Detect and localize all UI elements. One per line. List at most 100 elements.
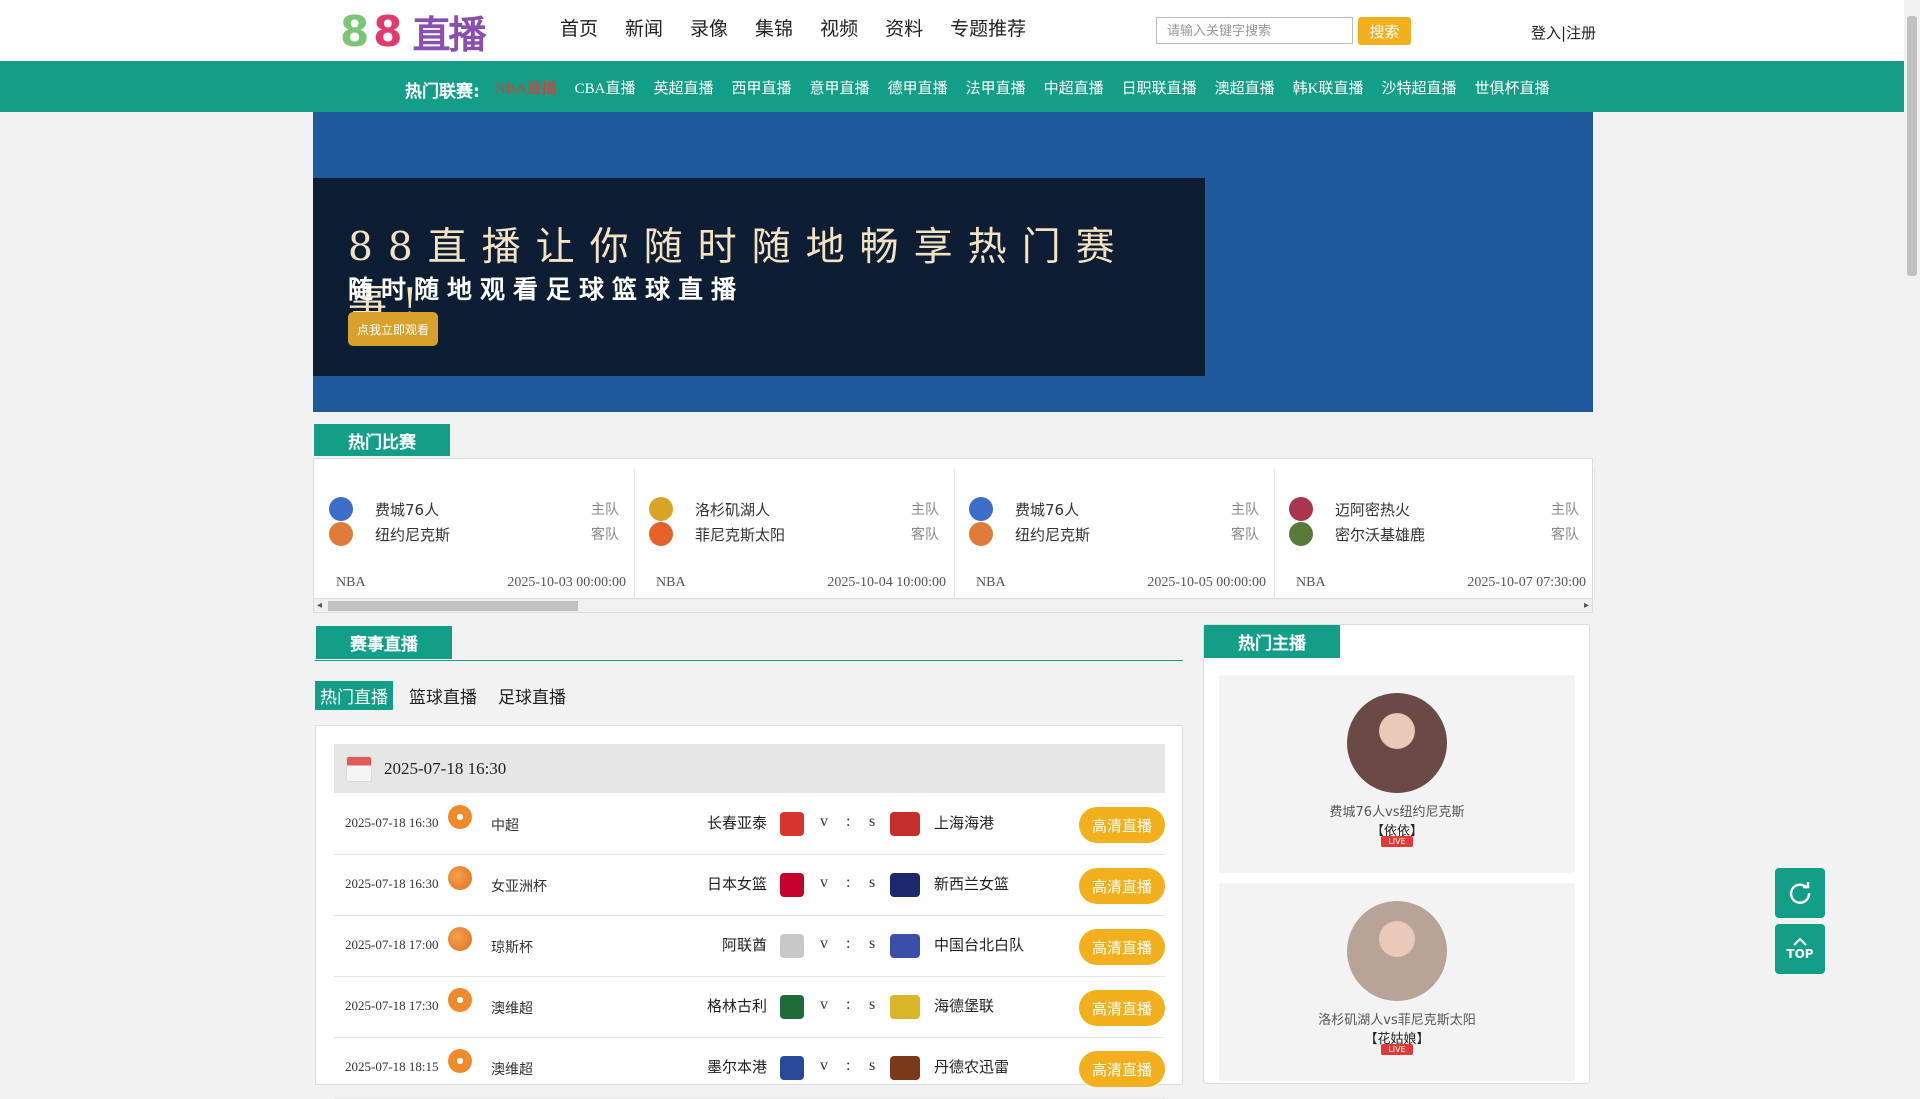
hero-banner[interactable]: 88直播让你随时随地畅享热门赛事! 随时随地观看足球篮球直播 点我立即观看 — [313, 112, 1593, 412]
match-time: 2025-07-18 18:15 — [345, 1059, 439, 1074]
main-nav: 首页 新闻 录像 集锦 视频 资料 专题推荐 — [560, 14, 1053, 41]
league-item-csl[interactable]: 中超直播 — [1044, 77, 1104, 98]
card-footer: NBA 2025-10-07 07:30:00 — [1296, 575, 1586, 591]
match-row[interactable]: 2025-07-18 16:30 中超 长春亚泰 v: s 上海海港 高清直播 — [334, 793, 1165, 855]
away-team: 新西兰女篮 — [934, 875, 1010, 893]
nav-data[interactable]: 资料 — [885, 14, 923, 41]
search-button[interactable]: 搜索 — [1358, 17, 1411, 45]
league-item-saudi[interactable]: 沙特超直播 — [1381, 77, 1456, 98]
away-tag: 客队 — [911, 527, 939, 543]
match-row[interactable]: 2025-07-18 16:30 女亚洲杯 日本女篮 v: s 新西兰女篮 高清直播 — [334, 854, 1165, 916]
hd-live-button[interactable]: 高清直播 — [1079, 990, 1165, 1026]
score-colon: : — [846, 1057, 851, 1074]
home-team-logo-icon — [780, 934, 804, 958]
carousel-scrollbar[interactable]: ◂ ▸ — [314, 598, 1592, 612]
nav-topics[interactable]: 专题推荐 — [950, 14, 1026, 41]
register-link[interactable]: 注册 — [1566, 24, 1596, 42]
match-card[interactable]: 费城76人 主队 纽约尼克斯 客队 NBA 2025-10-05 00:00:00 — [954, 469, 1275, 599]
nav-news[interactable]: 新闻 — [625, 14, 663, 41]
anchor-avatar[interactable] — [1347, 693, 1447, 793]
card-time: 2025-10-03 00:00:00 — [507, 575, 626, 590]
away-team: 中国台北白队 — [934, 936, 1025, 954]
home-team: 格林古利 — [706, 997, 767, 1015]
card-home-row: 洛杉矶湖人 主队 — [649, 497, 939, 521]
nav-home[interactable]: 首页 — [560, 14, 598, 41]
home-team: 长春亚泰 — [706, 814, 767, 832]
league-item-jleague[interactable]: 日职联直播 — [1122, 77, 1197, 98]
league-item-aleague[interactable]: 澳超直播 — [1215, 77, 1275, 98]
home-team-logo-icon — [780, 1056, 804, 1080]
league-item-laliga[interactable]: 西甲直播 — [732, 77, 792, 98]
score-v: v — [820, 1057, 828, 1074]
hot-matches-title: 热门比赛 — [314, 424, 450, 456]
refresh-icon — [1789, 882, 1811, 904]
away-team: 纽约尼克斯 — [375, 525, 451, 544]
team-logo-icon — [1289, 522, 1313, 546]
anchor-card[interactable]: 洛杉矶湖人vs菲尼克斯太阳 【花姑娘】 LIVE — [1219, 883, 1575, 1081]
home-team: 费城76人 — [1015, 500, 1080, 519]
scrollbar-thumb[interactable] — [328, 601, 578, 611]
match-league: 中超 — [491, 818, 519, 834]
match-row[interactable]: 2025-07-18 17:00 琼斯杯 阿联酋 v: s 中国台北白队 高清直播 — [334, 915, 1165, 977]
away-team-logo-icon — [890, 934, 920, 958]
nav-highlights[interactable]: 集锦 — [755, 14, 793, 41]
league-item-clubworldcup[interactable]: 世俱杯直播 — [1475, 77, 1550, 98]
site-header: 88 直播 首页 新闻 录像 集锦 视频 资料 专题推荐 搜索 登入|注册 — [0, 0, 1904, 61]
calendar-icon — [346, 755, 372, 782]
card-away-row: 纽约尼克斯 客队 — [329, 522, 619, 546]
match-row[interactable]: 2025-07-18 17:30 澳维超 格林古利 v: s 海德堡联 高清直播 — [334, 976, 1165, 1038]
league-list: NBA直播 CBA直播 英超直播 西甲直播 意甲直播 德甲直播 法甲直播 中超直… — [495, 77, 1568, 98]
hd-live-button[interactable]: 高清直播 — [1079, 929, 1165, 965]
scroll-right-icon[interactable]: ▸ — [1584, 600, 1589, 611]
chevron-up-icon — [1793, 937, 1807, 946]
league-item-cba[interactable]: CBA直播 — [575, 77, 636, 98]
team-logo-icon — [329, 522, 353, 546]
match-card[interactable]: 迈阿密热火 主队 密尔沃基雄鹿 客队 NBA 2025-10-07 07:30:00 — [1274, 469, 1595, 599]
hd-live-button[interactable]: 高清直播 — [1079, 807, 1165, 843]
back-to-top-button[interactable]: TOP — [1775, 924, 1825, 974]
card-home-row: 迈阿密热火 主队 — [1289, 497, 1579, 521]
page-scrollbar[interactable] — [1904, 0, 1920, 1080]
tab-basketball-live[interactable]: 篮球直播 — [404, 681, 482, 710]
league-item-bundesliga[interactable]: 德甲直播 — [888, 77, 948, 98]
tab-football-live[interactable]: 足球直播 — [493, 681, 571, 710]
team-logo-icon — [649, 522, 673, 546]
away-team: 上海海港 — [934, 814, 995, 832]
away-team: 密尔沃基雄鹿 — [1335, 525, 1426, 544]
tab-hot-live[interactable]: 热门直播 — [315, 681, 393, 710]
nav-video[interactable]: 视频 — [820, 14, 858, 41]
league-item-kleague[interactable]: 韩K联直播 — [1293, 77, 1364, 98]
anchor-avatar[interactable] — [1347, 901, 1447, 1001]
match-row[interactable]: 2025-07-18 18:15 澳维超 墨尔本港 v: s 丹德农迅雷 高清直播 — [334, 1037, 1165, 1099]
anchor-match: 洛杉矶湖人vs菲尼克斯太阳 — [1318, 1013, 1476, 1028]
away-team: 纽约尼克斯 — [1015, 525, 1091, 544]
banner-watch-button[interactable]: 点我立即观看 — [348, 312, 438, 346]
site-logo[interactable]: 88 直播 — [340, 7, 500, 57]
anchor-card[interactable]: 费城76人vs纽约尼克斯 【依依】 LIVE — [1219, 675, 1575, 873]
search-input[interactable] — [1156, 17, 1353, 44]
score-colon: : — [846, 935, 851, 952]
league-item-ligue1[interactable]: 法甲直播 — [966, 77, 1026, 98]
football-icon — [448, 805, 472, 829]
login-link[interactable]: 登入 — [1531, 24, 1561, 42]
refresh-button[interactable] — [1775, 868, 1825, 918]
team-logo-icon — [969, 497, 993, 521]
league-item-seriea[interactable]: 意甲直播 — [810, 77, 870, 98]
league-item-nba[interactable]: NBA直播 — [495, 77, 557, 98]
page-scrollbar-thumb[interactable] — [1907, 16, 1917, 276]
match-card[interactable]: 洛杉矶湖人 主队 菲尼克斯太阳 客队 NBA 2025-10-04 10:00:00 — [634, 469, 955, 599]
nav-replay[interactable]: 录像 — [690, 14, 728, 41]
card-time: 2025-10-04 10:00:00 — [827, 575, 946, 590]
home-team: 费城76人 — [375, 500, 440, 519]
hd-live-button[interactable]: 高清直播 — [1079, 1051, 1165, 1087]
live-list: 2025-07-18 16:30 2025-07-18 16:30 中超 长春亚泰 v… — [315, 725, 1183, 1099]
away-tag: 客队 — [591, 527, 619, 543]
hd-live-button[interactable]: 高清直播 — [1079, 868, 1165, 904]
match-card[interactable]: 费城76人 主队 纽约尼克斯 客队 NBA 2025-10-03 00:00:00 — [314, 469, 635, 599]
league-item-epl[interactable]: 英超直播 — [654, 77, 714, 98]
logo-text: 直播 — [412, 12, 486, 57]
scroll-left-icon[interactable]: ◂ — [317, 600, 322, 611]
card-footer: NBA 2025-10-03 00:00:00 — [336, 575, 626, 591]
section-divider — [315, 660, 1183, 661]
date-header: 2025-07-18 16:30 — [334, 744, 1165, 793]
